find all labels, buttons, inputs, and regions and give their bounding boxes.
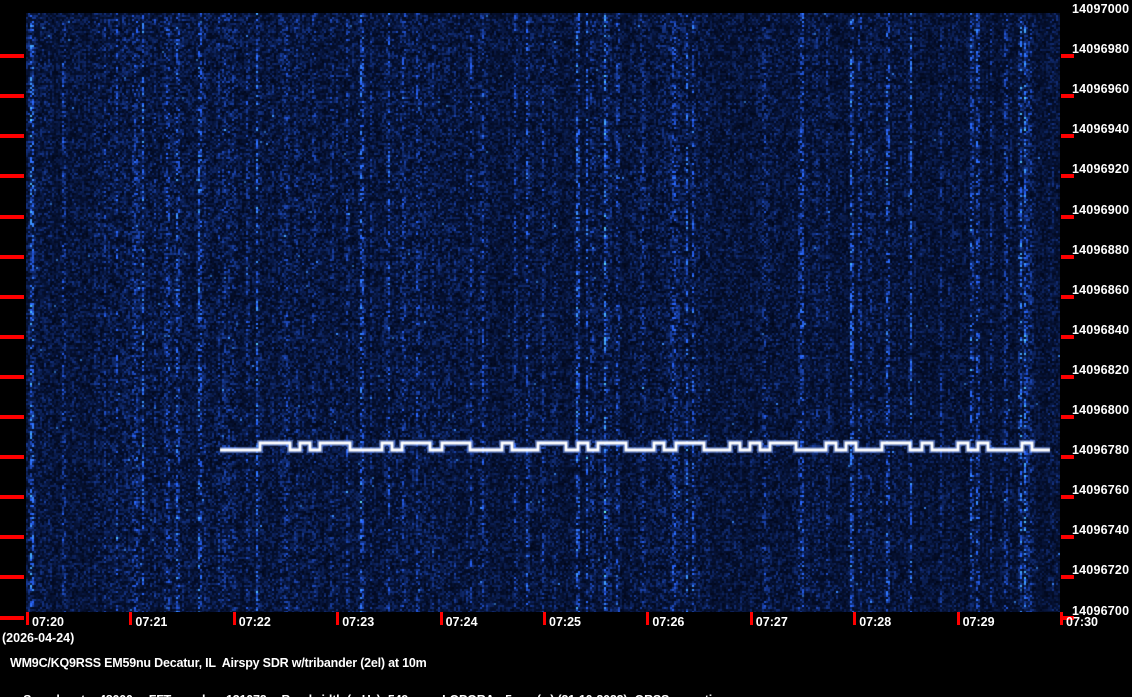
freq-tick-left [0, 374, 24, 379]
freq-tick-right [1061, 294, 1074, 299]
date-label: (2026-04-24) [2, 631, 75, 645]
time-label: 07:20 [32, 615, 64, 629]
freq-tick-left [0, 214, 24, 219]
freq-tick-right [1061, 214, 1074, 219]
freq-tick-right [1061, 455, 1074, 460]
time-tick [336, 612, 340, 625]
freq-tick-left [0, 415, 24, 419]
freq-label: 14096720 [1072, 563, 1130, 578]
time-tick [853, 612, 857, 625]
time-label: 07:27 [755, 615, 788, 629]
time-label: 07:28 [859, 615, 892, 629]
freq-tick-left [0, 254, 24, 259]
freq-tick-right [1061, 54, 1074, 59]
freq-label: 14096780 [1072, 443, 1130, 458]
freq-tick-left [0, 294, 24, 299]
freq-tick-right [1061, 174, 1074, 179]
freq-label: 14096820 [1072, 362, 1130, 377]
freq-label: 14096960 [1072, 82, 1130, 97]
time-label: 07:26 [652, 615, 685, 629]
freq-label: 14096740 [1072, 523, 1130, 538]
freq-tick-left [0, 535, 24, 540]
freq-tick-left [0, 615, 24, 620]
software-version-text: LOPORA-v5g.py(w) (21-10-2023): QRSS rece… [442, 693, 727, 697]
freq-tick-right [1061, 535, 1074, 540]
freq-label: 14096800 [1072, 403, 1130, 417]
freq-tick-left [0, 134, 24, 139]
freq-tick-right [1061, 334, 1074, 339]
freq-label: 14096860 [1072, 282, 1130, 297]
freq-label: 14096900 [1072, 202, 1130, 217]
freq-tick-left [0, 94, 24, 99]
time-label: 07:21 [135, 615, 168, 629]
freq-label: 14096920 [1072, 162, 1130, 177]
time-tick [232, 612, 236, 625]
freq-label: 14096940 [1072, 122, 1130, 137]
freq-label: 14096760 [1072, 483, 1130, 498]
time-tick [439, 612, 443, 625]
fft-samples-text: FFTsamples: 131072 [149, 693, 267, 697]
spectrogram-canvas [26, 13, 1060, 612]
time-tick [956, 612, 960, 625]
freq-tick-right [1061, 495, 1074, 500]
freq-tick-left [0, 495, 24, 500]
sample-rate-text: Sample rate: 48000 [23, 693, 133, 697]
freq-tick-right [1061, 94, 1074, 99]
time-label: 07:30 [1066, 615, 1098, 629]
time-tick [129, 612, 133, 625]
freq-tick-left [0, 174, 24, 179]
time-tick [646, 612, 650, 625]
time-tick [1060, 612, 1063, 625]
freq-label: 14096880 [1072, 242, 1130, 257]
freq-tick-left [0, 334, 24, 339]
time-label: 07:23 [342, 615, 375, 629]
freq-tick-right [1061, 575, 1074, 580]
freq-tick-left [0, 54, 24, 59]
time-tick [26, 612, 29, 625]
capture-settings-line: Sample rate: 48000 FFTsamples: 131072 Band… [10, 679, 727, 697]
qrss-grabber-screen: 14097000 14096980 14096960 14096940 14096920… [0, 0, 1132, 697]
freq-label: 14096840 [1072, 322, 1130, 337]
freq-tick-left [0, 455, 24, 460]
time-label: 07:22 [238, 615, 271, 629]
time-tick [749, 612, 753, 625]
time-label: 07:24 [445, 615, 478, 629]
time-tick [543, 612, 546, 625]
time-label: 07:25 [549, 615, 581, 629]
freq-label: 14097000 [1072, 2, 1130, 16]
freq-tick-right [1061, 254, 1074, 259]
freq-label: 14096980 [1072, 42, 1130, 57]
station-info-line: WM9C/KQ9RSS EM59nu Decatur, IL Airspy SD… [10, 656, 427, 670]
freq-tick-right [1061, 374, 1074, 379]
bandwidth-text: Bandwidth (mHz): 549 [282, 693, 409, 697]
time-label: 07:29 [962, 615, 995, 629]
freq-tick-left [0, 575, 24, 580]
freq-tick-right [1061, 415, 1074, 419]
freq-tick-right [1061, 134, 1074, 139]
